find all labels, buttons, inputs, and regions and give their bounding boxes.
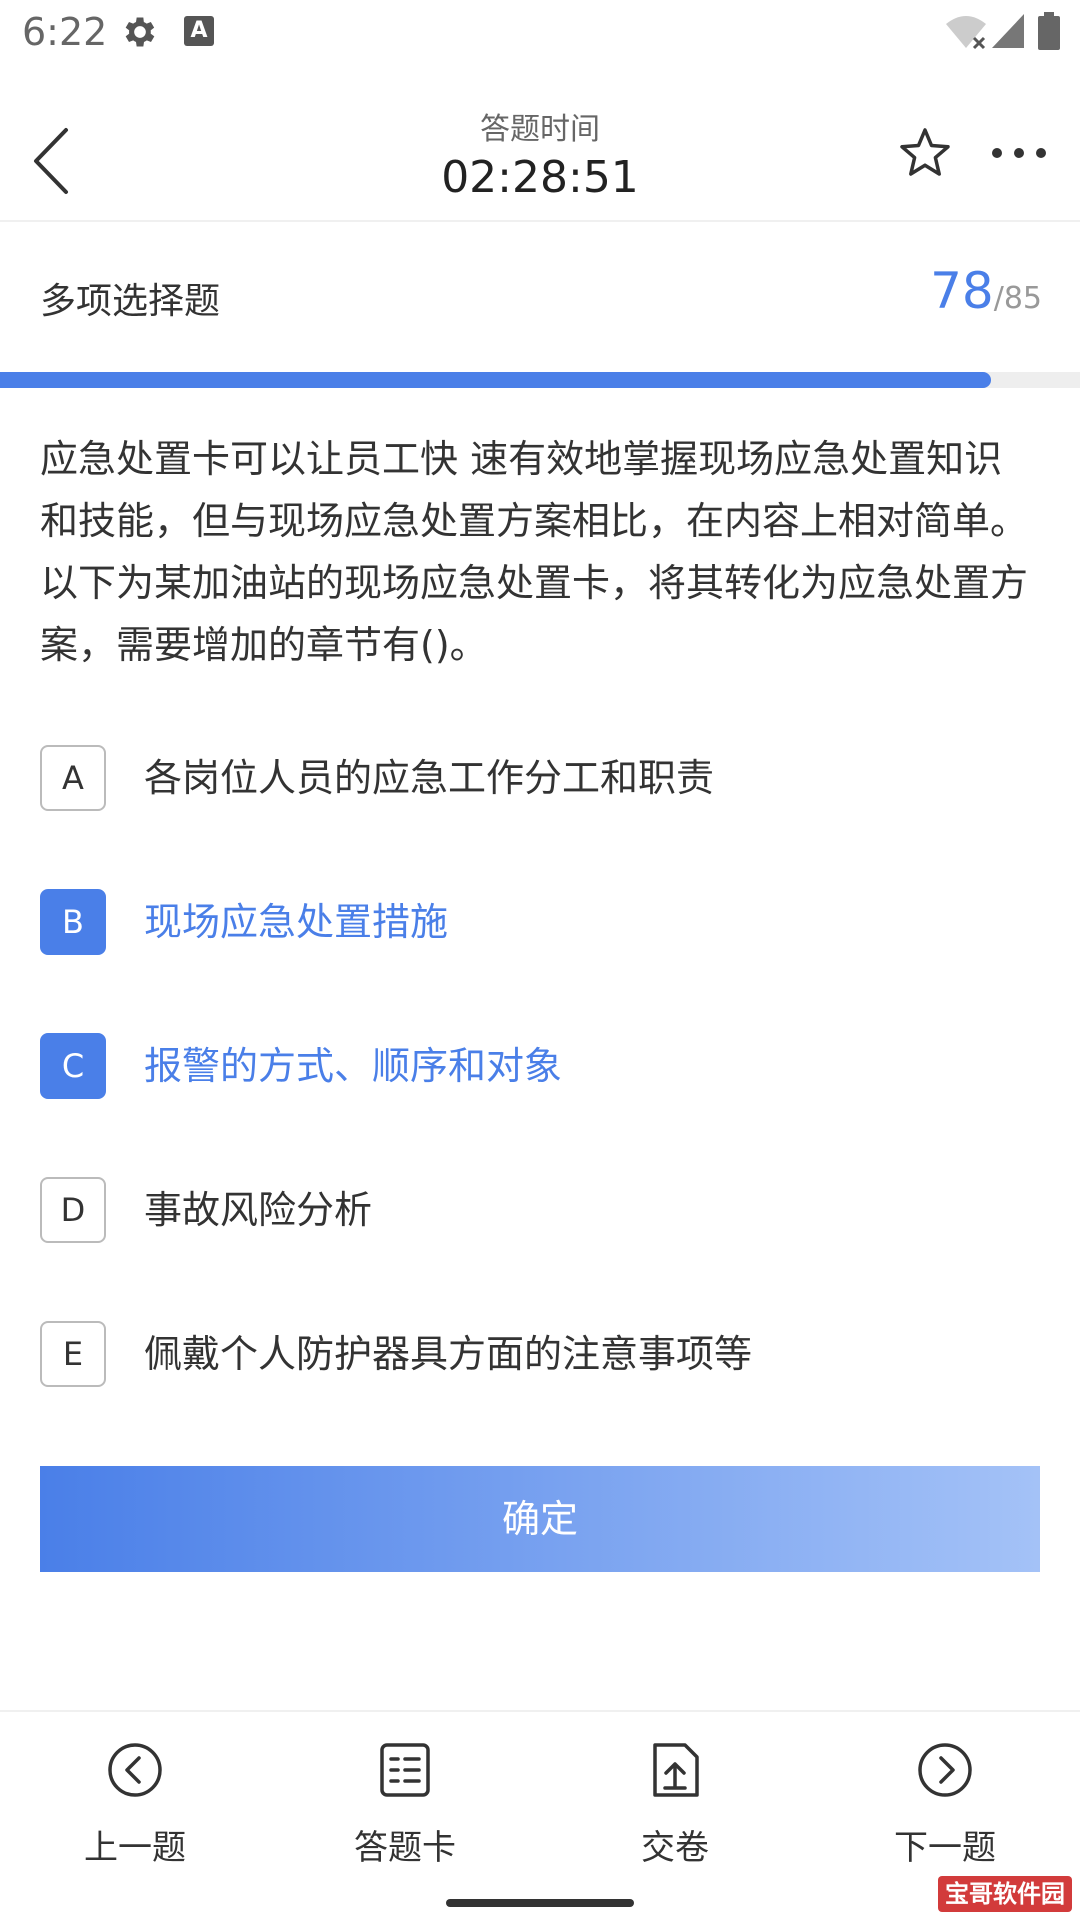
progress-current: 78 bbox=[930, 262, 994, 320]
option-text: 佩戴个人防护器具方面的注意事项等 bbox=[144, 1332, 753, 1376]
keyboard-a-icon: A bbox=[184, 16, 214, 46]
option-letter: E bbox=[40, 1321, 106, 1387]
nav-label: 上一题 bbox=[84, 1828, 186, 1868]
nav-label: 交卷 bbox=[641, 1828, 709, 1868]
option-b[interactable]: B 现场应急处置措施 bbox=[40, 889, 1040, 955]
submit-paper-button[interactable]: 交卷 bbox=[575, 1742, 775, 1872]
favorite-star-icon[interactable] bbox=[898, 126, 952, 180]
option-text: 报警的方式、顺序和对象 bbox=[144, 1044, 563, 1088]
settings-gear-icon bbox=[125, 17, 155, 47]
option-a[interactable]: A 各岗位人员的应急工作分工和职责 bbox=[40, 745, 1040, 811]
option-letter: C bbox=[40, 1033, 106, 1099]
more-dot-icon bbox=[992, 148, 1002, 158]
prev-question-button[interactable]: 上一题 bbox=[35, 1742, 235, 1872]
progress-total: /85 bbox=[993, 281, 1042, 316]
status-time: 6:22 bbox=[22, 10, 108, 54]
question-text: 应急处置卡可以让员工快 速有效地掌握现场应急处置知识和技能，但与现场应急处置方案… bbox=[40, 437, 1029, 667]
option-c[interactable]: C 报警的方式、顺序和对象 bbox=[40, 1033, 1040, 1099]
answer-sheet-button[interactable]: 答题卡 bbox=[305, 1742, 505, 1872]
nav-label: 答题卡 bbox=[354, 1828, 456, 1868]
next-question-button[interactable]: 下一题 bbox=[845, 1742, 1045, 1872]
option-d[interactable]: D 事故风险分析 bbox=[40, 1177, 1040, 1243]
question-type: 多项选择题 bbox=[40, 281, 221, 322]
option-letter: B bbox=[40, 889, 106, 955]
progress-bar-fill bbox=[0, 372, 992, 388]
bottom-nav: 上一题 答题卡 交卷 下一题 bbox=[0, 1710, 1080, 1922]
progress-bar bbox=[0, 372, 1080, 388]
confirm-button[interactable]: 确定 bbox=[40, 1466, 1040, 1572]
progress-counter: 78/85 bbox=[930, 262, 1042, 320]
option-text: 事故风险分析 bbox=[144, 1188, 373, 1232]
option-text: 现场应急处置措施 bbox=[144, 900, 449, 944]
watermark-logo: 宝哥软件园 bbox=[938, 1876, 1072, 1912]
more-dot-icon bbox=[1014, 148, 1024, 158]
more-dot-icon bbox=[1036, 148, 1046, 158]
nav-label: 下一题 bbox=[894, 1828, 996, 1868]
option-letter: A bbox=[40, 745, 106, 811]
chevron-right-circle-icon bbox=[918, 1743, 972, 1797]
submit-paper-icon bbox=[653, 1743, 699, 1797]
chevron-left-circle-icon bbox=[108, 1743, 162, 1797]
option-letter: D bbox=[40, 1177, 106, 1243]
option-e[interactable]: E 佩戴个人防护器具方面的注意事项等 bbox=[40, 1321, 1040, 1387]
home-indicator[interactable] bbox=[446, 1899, 634, 1907]
status-bar: 6:22 A bbox=[0, 0, 1080, 64]
option-text: 各岗位人员的应急工作分工和职责 bbox=[144, 756, 715, 800]
answer-sheet-icon bbox=[380, 1743, 430, 1797]
more-options-button[interactable] bbox=[990, 138, 1054, 168]
header: 答题时间 02:28:51 bbox=[0, 64, 1080, 222]
wifi-off-icon bbox=[946, 16, 986, 50]
battery-icon bbox=[1038, 12, 1060, 50]
cell-signal-icon bbox=[992, 14, 1024, 48]
